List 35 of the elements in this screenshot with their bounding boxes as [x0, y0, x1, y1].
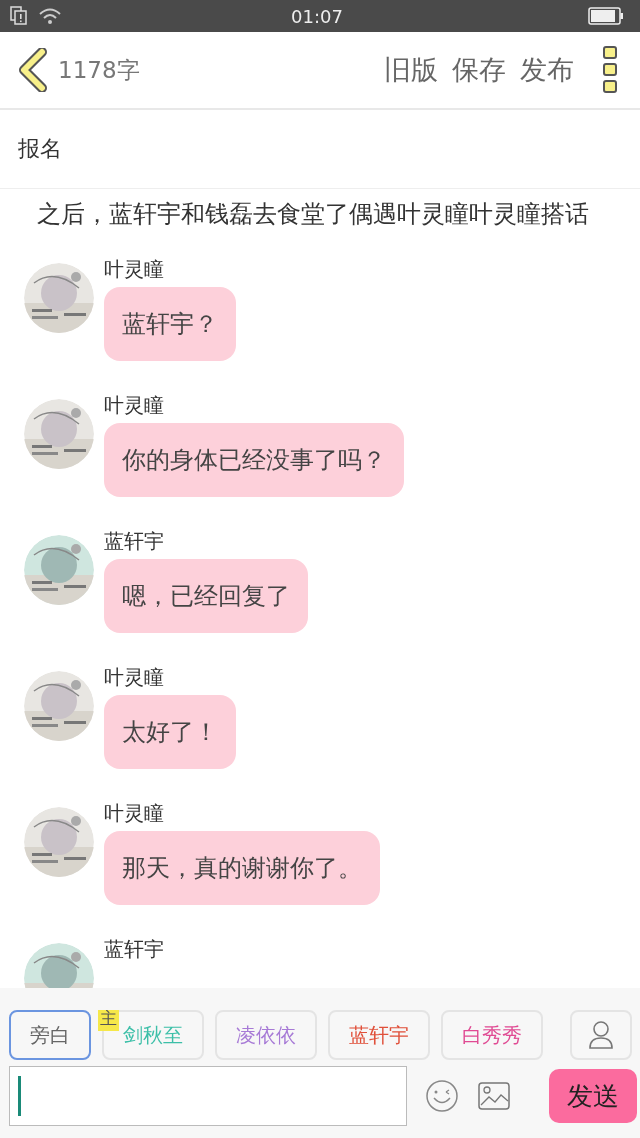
- more-icon[interactable]: [602, 45, 618, 95]
- wifi-icon: [38, 7, 62, 25]
- character-chip[interactable]: 白秀秀: [441, 1010, 543, 1060]
- speaker-name: 叶灵瞳: [104, 256, 164, 283]
- speaker-name: 蓝轩宇: [104, 528, 164, 555]
- main-badge: 主: [98, 1010, 119, 1031]
- image-icon[interactable]: [477, 1081, 511, 1111]
- user-button[interactable]: [570, 1010, 632, 1060]
- back-icon[interactable]: [18, 48, 48, 92]
- message-input[interactable]: [9, 1066, 407, 1126]
- battery-icon: [588, 7, 624, 25]
- narration-text: 之后，蓝轩宇和钱磊去食堂了偶遇叶灵瞳叶灵瞳搭话: [37, 199, 590, 230]
- character-chip[interactable]: 蓝轩宇: [328, 1010, 430, 1060]
- message-bubble: 那天，真的谢谢你了。: [104, 831, 380, 905]
- speaker-name: 叶灵瞳: [104, 800, 164, 827]
- notification-icon: [10, 6, 28, 26]
- character-chip[interactable]: 凌依依: [215, 1010, 317, 1060]
- speaker-name: 叶灵瞳: [104, 664, 164, 691]
- character-chip[interactable]: 旁白: [9, 1010, 91, 1060]
- person-icon: [588, 1020, 614, 1050]
- header-action[interactable]: 发布: [520, 52, 574, 88]
- message-bubble: 太好了！: [104, 695, 236, 769]
- speaker-name: 叶灵瞳: [104, 392, 164, 419]
- text-cursor: [18, 1076, 21, 1116]
- message-bubble: 你的身体已经没事了吗？: [104, 423, 404, 497]
- chapter-title[interactable]: 报名: [18, 134, 62, 164]
- header-action[interactable]: 保存: [452, 52, 506, 88]
- emoji-icon[interactable]: [425, 1079, 459, 1113]
- word-count: 1178字: [58, 55, 140, 85]
- clock: 01:07: [291, 5, 343, 27]
- speaker-name: 蓝轩宇: [104, 936, 164, 963]
- message-bubble: 蓝轩宇？: [104, 287, 236, 361]
- send-button[interactable]: 发送: [549, 1069, 637, 1123]
- message-bubble: 嗯，已经回复了: [104, 559, 308, 633]
- header-action[interactable]: 旧版: [384, 52, 438, 88]
